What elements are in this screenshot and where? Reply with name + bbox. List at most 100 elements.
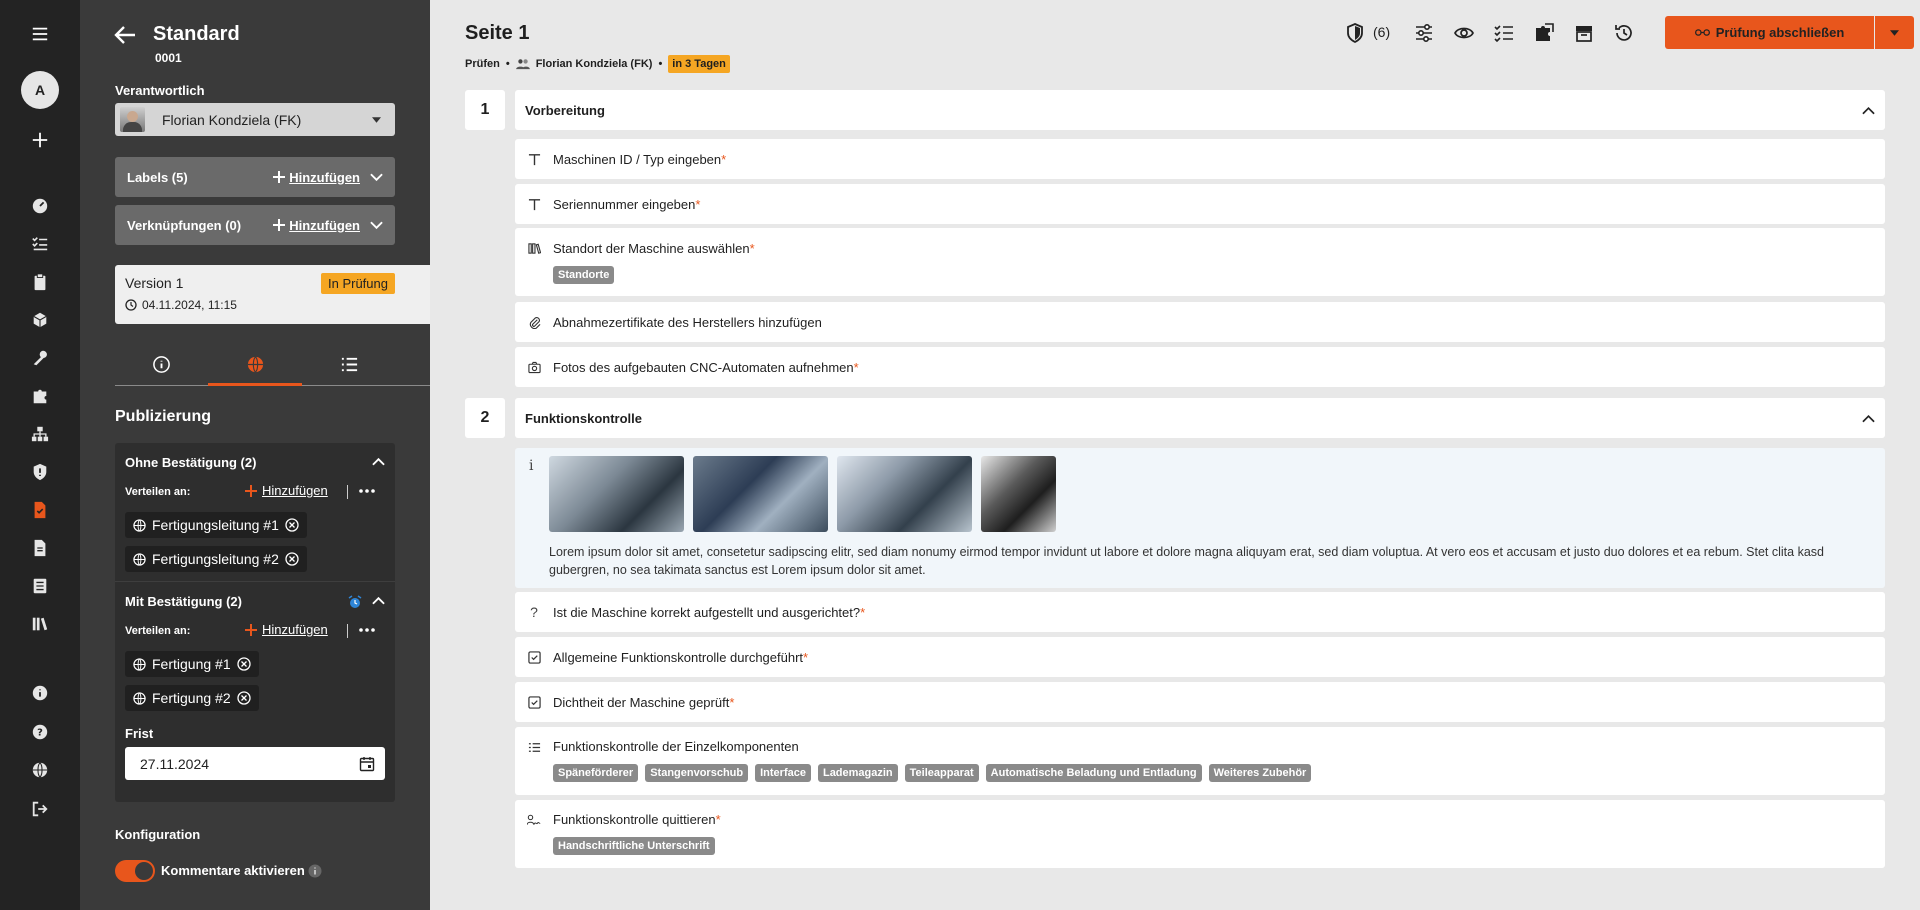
chevron-up-icon[interactable] [1862,106,1875,115]
section-header-vorbereitung[interactable]: Vorbereitung [515,90,1885,130]
puzzle-icon[interactable] [28,384,52,408]
item-label: Dichtheit der Maschine geprüft [553,694,730,710]
machine-photo-3[interactable] [837,456,972,532]
remove-circle-icon[interactable] [285,552,299,566]
checklist-item[interactable]: Funktionskontrolle der Einzelkomponenten… [515,727,1885,795]
labels-add-link[interactable]: Hinzufügen [273,170,360,185]
version-card[interactable]: Version 1 In Prüfung 04.11.2024, 11:15 [115,265,430,324]
document-icon[interactable] [28,536,52,560]
chevron-up-icon[interactable] [1862,414,1875,423]
checklist-item[interactable]: Seriennummer eingeben * [515,184,1885,224]
tab-list[interactable] [302,355,396,385]
globe-icon [133,518,146,532]
remove-circle-icon[interactable] [236,691,251,705]
user-avatar[interactable]: A [21,71,59,109]
checklist-item[interactable]: Allgemeine Funktionskontrolle durchgefüh… [515,637,1885,677]
recipient-chip[interactable]: Fertigungsleitung #2 [125,546,307,572]
labels-bar[interactable]: Labels (5) Hinzufügen [115,157,395,197]
required-marker: * [860,604,866,620]
ohne-add-link[interactable]: Hinzufügen [245,483,328,498]
item-label: Abnahmezertifikate des Herstellers hinzu… [553,314,822,330]
plus-icon[interactable] [28,128,52,152]
person-avatar [120,107,145,132]
finish-review-button[interactable]: Prüfung abschließen [1665,16,1874,49]
globe-icon [133,691,146,705]
deadline-date-input[interactable]: 27.11.2024 [125,747,385,780]
back-arrow-icon[interactable] [113,24,137,46]
chevron-down-icon[interactable] [370,173,383,182]
chevron-up-icon[interactable] [372,596,385,605]
checklist-item[interactable]: Standort der Maschine auswählen* Standor… [515,228,1885,296]
recipient-chip[interactable]: Fertigung #1 [125,651,259,677]
info-icon[interactable] [28,681,52,705]
hamburger-menu-icon[interactable] [28,22,52,46]
version-status-badge: In Prüfung [321,273,395,294]
more-icon[interactable] [359,489,375,493]
shield-icon[interactable] [28,460,52,484]
item-label: Maschinen ID / Typ eingeben [553,151,722,167]
tab-publish[interactable] [208,355,302,385]
checklist-icon[interactable] [1492,21,1516,45]
archive-box-icon[interactable] [1572,21,1596,45]
eye-icon[interactable] [1452,21,1476,45]
machine-photo-2[interactable] [693,456,828,532]
chevron-up-icon[interactable] [372,457,385,466]
globe-icon[interactable] [28,758,52,782]
finish-dropdown-button[interactable] [1875,16,1914,49]
help-icon[interactable]: ? [28,720,52,744]
required-marker: * [729,694,735,710]
list-document-icon[interactable] [28,574,52,598]
dashboard-gauge-icon[interactable] [28,194,52,218]
library-icon[interactable] [28,612,52,636]
tab-info[interactable] [116,355,206,385]
calendar-icon[interactable] [359,756,375,772]
option-tag: Stangenvorschub [645,764,749,782]
machine-photo-4[interactable] [981,456,1056,532]
section-number: 1 [465,90,505,130]
recipient-chip[interactable]: Fertigungsleitung #1 [125,512,307,538]
nav-rail: A ? [0,0,80,910]
section-header-funktionskontrolle[interactable]: Funktionskontrolle [515,398,1885,438]
info-icon[interactable] [308,864,322,878]
more-icon[interactable] [359,628,375,632]
camera-icon [525,358,543,376]
deadline-value: 27.11.2024 [140,755,210,772]
logout-icon[interactable] [28,797,52,821]
sitemap-icon[interactable] [28,422,52,446]
recipient-chip[interactable]: Fertigung #2 [125,685,259,711]
responsible-select[interactable]: Florian Kondziela (FK) [115,103,395,136]
remove-circle-icon[interactable] [236,657,251,671]
option-tag: Späneförderer [553,764,639,782]
checklist-item[interactable]: Maschinen ID / Typ eingeben * [515,139,1885,179]
responsible-name: Florian Kondziela (FK) [162,111,302,128]
sliders-icon[interactable] [1412,21,1436,45]
cubes-icon[interactable] [28,308,52,332]
remove-circle-icon[interactable] [285,518,299,532]
clock-icon [125,299,137,311]
checked-document-icon[interactable] [28,498,52,522]
machine-photo-1[interactable] [549,456,684,532]
question-icon: ? [530,604,538,620]
option-tag: Handschriftliche Unterschrift [553,837,715,855]
wrench-icon[interactable] [28,346,52,370]
mit-add-link[interactable]: Hinzufügen [245,622,328,637]
checklist-item[interactable]: Abnahmezertifikate des Herstellers hinzu… [515,302,1885,342]
checklist-item[interactable]: Funktionskontrolle quittieren* Handschri… [515,800,1885,868]
required-marker: * [803,649,809,665]
history-icon[interactable] [1612,21,1636,45]
task-list-icon[interactable] [28,232,52,256]
list-icon [341,357,357,372]
links-add-link[interactable]: Hinzufügen [273,218,360,233]
comments-toggle[interactable] [115,860,155,882]
clipboard-icon[interactable] [28,270,52,294]
puzzle-settings-icon[interactable] [1532,21,1556,45]
deadline-label: Frist [125,726,154,741]
chevron-down-icon[interactable] [370,221,383,230]
links-bar[interactable]: Verknüpfungen (0) Hinzufügen [115,205,395,245]
links-title: Verknüpfungen (0) [127,217,242,233]
checklist-item[interactable]: Dichtheit der Maschine geprüft * [515,682,1885,722]
shield-icon[interactable] [1343,21,1367,45]
bullet-separator: • [505,58,510,70]
checklist-item[interactable]: Fotos des aufgebauten CNC-Automaten aufn… [515,347,1885,387]
checklist-item[interactable]: ? Ist die Maschine korrekt aufgestellt u… [515,592,1885,632]
